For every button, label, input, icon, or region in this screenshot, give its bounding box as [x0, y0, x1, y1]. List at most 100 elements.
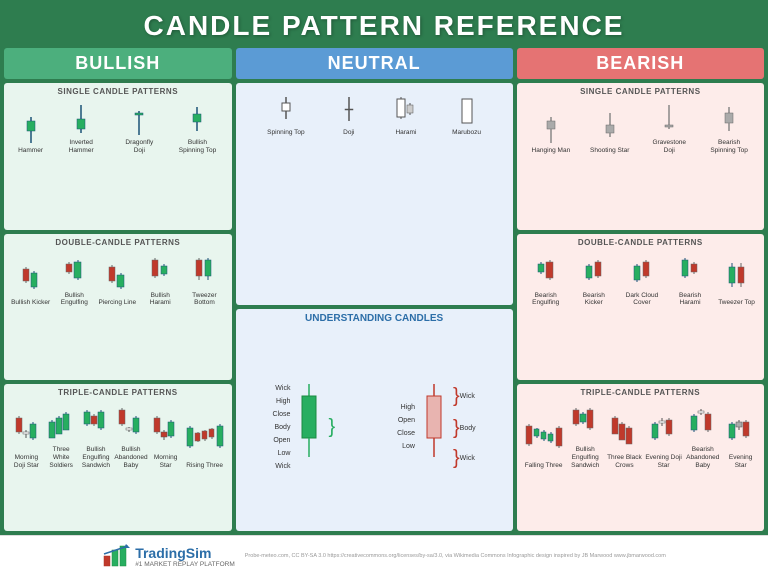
tradingsim-logo-icon: [102, 542, 130, 570]
morning-star-label: Morning Star: [150, 454, 182, 470]
bearish-single-patterns: Hanging Man Shooting Star: [523, 99, 758, 155]
bullish-engulfing-label: Bullish Engulfing: [54, 292, 94, 308]
bullish-abandoned-baby-label: Bullish Abandoned Baby: [114, 446, 147, 469]
list-item: Spinning Top: [267, 89, 304, 137]
list-item: Bullish Engulfing Sandwich: [80, 400, 113, 469]
brand-sub: #1 MARKET REPLAY PLATFORM: [135, 561, 235, 568]
bullish-kicker-label: Bullish Kicker: [11, 299, 50, 307]
list-item: Three Black Crows: [606, 408, 643, 470]
understanding-section: UNDERSTANDING CANDLES Wick High Close Bo…: [236, 309, 513, 531]
list-item: Dark Cloud Cover: [622, 250, 662, 308]
list-item: Bullish Engulfing: [54, 250, 94, 308]
evening-star-label: Evening Star: [723, 454, 758, 470]
dark-cloud-cover-label: Dark Cloud Cover: [622, 292, 662, 308]
bearish-kicker-candle: [581, 250, 607, 290]
wick-label-right: Wick: [460, 393, 475, 400]
gravestone-doji-label: Gravestone Doji: [649, 139, 689, 155]
three-white-soldiers-label: Three White Soldiers: [45, 446, 78, 469]
bullish-single-section: SINGLE CANDLE PATTERNS Hammer: [4, 83, 232, 230]
list-item: Doji: [338, 89, 360, 137]
neutral-single-section: Spinning Top Doji: [236, 83, 513, 305]
list-item: Bullish Harami: [140, 250, 180, 308]
list-item: Evening Doji Star: [645, 408, 682, 470]
list-item: Bearish Engulfing: [526, 250, 566, 308]
falling-three-candle: [523, 416, 565, 460]
dragonfly-doji-candle: [128, 99, 150, 137]
neutral-single-patterns: Spinning Top Doji: [242, 87, 507, 139]
bearish-spinning-top-label: Bearish Spinning Top: [709, 139, 749, 155]
bearish-engulfing-candle: [533, 250, 559, 290]
bullish-double-patterns: Bullish Kicker Bullish Engulfing: [10, 250, 226, 308]
list-item: Evening Star: [723, 408, 758, 470]
list-item: Bearish Spinning Top: [709, 99, 749, 155]
tweezer-bottom-label: Tweezer Bottom: [184, 292, 224, 308]
bearish-single-section: SINGLE CANDLE PATTERNS Hanging Man: [517, 83, 764, 230]
list-item: Tweezer Bottom: [184, 250, 224, 308]
bearish-double-patterns: Bearish Engulfing Bearish Kicker: [523, 250, 758, 308]
piercing-line-candle: [104, 257, 130, 297]
three-black-crows-label: Three Black Crows: [606, 454, 643, 470]
open-label: Open: [273, 437, 290, 444]
list-item: Hammer: [18, 107, 43, 155]
neutral-column: NEUTRAL Spinning Top: [236, 48, 513, 531]
brand-name: TradingSim: [135, 545, 235, 561]
hanging-man-label: Hanging Man: [532, 147, 571, 155]
bullish-double-section: DOUBLE-CANDLE PATTERNS Bullish Kicker: [4, 234, 232, 381]
spinning-top-neutral-label: Spinning Top: [267, 129, 304, 137]
high-label: High: [276, 398, 290, 405]
content-area: BULLISH SINGLE CANDLE PATTERNS: [0, 48, 768, 535]
bullish-engulfing-candle: [61, 250, 87, 290]
bearish-triple-section: TRIPLE-CANDLE PATTERNS: [517, 384, 764, 531]
bearish-triple-title: TRIPLE-CANDLE PATTERNS: [523, 388, 758, 397]
bearish-spinning-top-candle: [718, 99, 740, 137]
neutral-header: NEUTRAL: [236, 48, 513, 79]
hammer-candle: [20, 107, 42, 145]
brace-indicator: }: [328, 417, 335, 437]
wick-label-top: Wick: [275, 385, 290, 392]
list-item: Falling Three: [523, 416, 565, 470]
doji-candle: [338, 89, 360, 127]
green-candle-diagram: Wick High Close Body Open Low Wick: [273, 382, 336, 472]
inverted-hammer-label: Inverted Hammer: [61, 139, 101, 155]
list-item: Tweezer Top: [718, 257, 755, 307]
bearish-kicker-label: Bearish Kicker: [574, 292, 614, 308]
high-label-red: High: [401, 404, 415, 411]
evening-star-candle: [725, 408, 757, 452]
shooting-star-candle: [599, 107, 621, 145]
bullish-harami-candle: [147, 250, 173, 290]
bullish-single-title: SINGLE CANDLE PATTERNS: [10, 87, 226, 96]
close-label-red: Close: [397, 430, 415, 437]
bullish-column: BULLISH SINGLE CANDLE PATTERNS: [4, 48, 232, 531]
bearish-column: BEARISH SINGLE CANDLE PATTERNS Hanging M…: [517, 48, 764, 531]
tweezer-top-label: Tweezer Top: [718, 299, 755, 307]
bullish-abandoned-baby-candle: [115, 400, 147, 444]
open-label-red: Open: [398, 417, 415, 424]
harami-neutral-label: Harami: [395, 129, 416, 137]
morning-doji-star-candle: [12, 408, 40, 452]
body-label-left: Body: [274, 424, 290, 431]
bearish-double-title: DOUBLE-CANDLE PATTERNS: [523, 238, 758, 247]
bearish-label: BEARISH: [522, 53, 759, 74]
bullish-header: BULLISH: [4, 48, 232, 79]
rising-three-candle: [184, 416, 226, 460]
list-item: Shooting Star: [590, 107, 629, 155]
neutral-label: NEUTRAL: [241, 53, 508, 74]
marubozu-label: Marubozu: [452, 129, 481, 137]
bullish-triple-title: TRIPLE-CANDLE PATTERNS: [10, 388, 226, 397]
list-item: Hanging Man: [532, 107, 571, 155]
bearish-engulfing-sandwich-label: Bullish Engulfing Sandwich: [567, 446, 604, 469]
harami-neutral-candle: [393, 89, 419, 127]
list-item: Gravestone Doji: [649, 99, 689, 155]
hanging-man-candle: [540, 107, 562, 145]
hammer-label: Hammer: [18, 147, 43, 155]
understanding-title: UNDERSTANDING CANDLES: [242, 313, 507, 324]
list-item: Bullish Spinning Top: [177, 99, 217, 155]
bearish-single-title: SINGLE CANDLE PATTERNS: [523, 87, 758, 96]
wick-label-bottom: Wick: [275, 463, 290, 470]
list-item: Three White Soldiers: [45, 400, 78, 469]
close-label: Close: [273, 411, 291, 418]
bearish-harami-candle: [677, 250, 703, 290]
evening-doji-star-candle: [648, 408, 680, 452]
page-title: CANDLE PATTERN REFERENCE: [0, 10, 768, 42]
list-item: Morning Doji Star: [10, 408, 43, 470]
